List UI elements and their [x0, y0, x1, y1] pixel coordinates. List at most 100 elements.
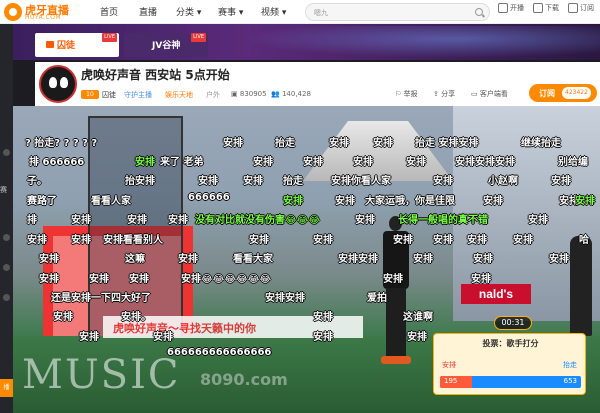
download-label: 下载 — [545, 4, 559, 12]
danmaku-comment: 长得一般唱的真不错 — [398, 215, 488, 226]
sidebar-item[interactable] — [3, 294, 10, 301]
host-name[interactable]: 囚徒 — [102, 90, 116, 100]
vote-count-left: 195 — [444, 377, 458, 385]
danmaku-comment: 安排安排 — [265, 293, 305, 304]
danmaku-comment: 安排 — [329, 138, 349, 149]
vote-count-right: 653 — [563, 377, 577, 385]
huya-logo[interactable]: 虎牙直播 HUYA.COM — [4, 2, 88, 22]
broadcast-label: 开播 — [510, 4, 524, 12]
danmaku-comment: 安排 — [433, 235, 453, 246]
download-icon — [533, 3, 543, 13]
danmaku-comment: 安排安排 — [338, 254, 378, 265]
danmaku-comment: 排 — [27, 215, 37, 226]
danmaku-comment: 哈 — [579, 235, 589, 246]
host-avatar[interactable] — [39, 65, 77, 103]
danmaku-comment: 666666 — [188, 192, 230, 203]
danmaku-comment: ? 抬走? ? ? ? ? — [25, 138, 98, 149]
danmaku-comment: 安排 — [253, 157, 273, 168]
subscribe-button[interactable]: 订阅 423422 — [529, 84, 597, 102]
danmaku-comment: 安排看看别人 — [103, 235, 163, 246]
danmaku-comment: 别给编 — [558, 157, 588, 168]
viewer-count: 👥 140,428 — [271, 90, 311, 98]
left-sidebar: 赛 播 — [0, 24, 13, 413]
host-level-badge: 10 — [81, 90, 99, 99]
broadcast-button[interactable]: 开播 — [498, 3, 524, 21]
sidebar-item-broadcast[interactable]: 播 — [0, 379, 13, 397]
vote-panel[interactable]: 投票：歌手打分 安排 抬走 195 653 — [433, 333, 586, 395]
viewer-count-value: 140,428 — [281, 90, 311, 98]
report-button[interactable]: ⚐ 举报 — [395, 89, 418, 99]
danmaku-comment: 安排 — [168, 215, 188, 226]
top-nav: 虎牙直播 HUYA.COM 首页 直播 分类 ▾ 赛事 ▾ 视频 ▾ 开播 下载… — [0, 0, 600, 24]
danmaku-comment: 没有对比就没有伤害😂😂😂 — [195, 215, 321, 226]
danmaku-comment: 大家运哦，你是佳限 — [365, 196, 455, 207]
danmaku-comment: 安排安排安排 — [455, 157, 515, 168]
nav-category[interactable]: 分类 ▾ — [176, 5, 201, 18]
danmaku-comment: 看看大家 — [233, 254, 273, 265]
danmaku-comment: 安排 — [433, 176, 453, 187]
nav-live[interactable]: 直播 — [139, 5, 157, 18]
vote-option-left[interactable]: 安排 — [442, 360, 456, 370]
danmaku-comment: 看看人家 — [91, 196, 131, 207]
live-badge: LIVE — [191, 33, 206, 42]
danmaku-comment: 安排 — [313, 332, 333, 343]
danmaku-comment: 爱拍 — [367, 293, 387, 304]
brand-sub: HUYA.COM — [25, 14, 62, 21]
bystander-figure — [570, 236, 592, 336]
danmaku-comment: 安排 — [335, 196, 355, 207]
danmaku-comment: 抬走 — [275, 138, 295, 149]
client-watch-button[interactable]: ▭ 客户端看 — [471, 89, 508, 99]
danmaku-comment: 安排 — [223, 138, 243, 149]
nav-video[interactable]: 视频 ▾ — [261, 5, 286, 18]
search-input[interactable] — [314, 6, 464, 19]
download-button[interactable]: 下载 — [533, 3, 559, 21]
danmaku-comment: 安排 — [313, 235, 333, 246]
search-box — [305, 3, 490, 21]
danmaku-comment: 子。 — [27, 176, 47, 187]
share-label: 分享 — [441, 90, 456, 98]
search-icon[interactable] — [475, 8, 483, 16]
danmaku-comment: 安排 — [313, 312, 333, 323]
vote-option-right[interactable]: 抬走 — [563, 360, 577, 370]
sidebar-item[interactable] — [3, 264, 10, 271]
danmaku-comment: 安排 — [413, 254, 433, 265]
danmaku-comment: 安排 — [249, 235, 269, 246]
sidebar-item-events[interactable]: 赛 — [0, 185, 7, 195]
danmaku-comment: 安排 — [27, 235, 47, 246]
sidebar-item[interactable] — [3, 234, 10, 241]
sidebar-item[interactable] — [3, 149, 10, 156]
danmaku-comment: 继续抬走 — [521, 138, 561, 149]
tab-qiutu[interactable]: 囚徒 LIVE — [35, 33, 119, 57]
monitor-icon: ▭ — [471, 90, 478, 98]
danmaku-comment: 安排 — [39, 274, 59, 285]
tab-jv-gushen[interactable]: JV谷神 LIVE — [124, 33, 208, 57]
danmaku-comment: 安排 — [383, 274, 403, 285]
subscribe-icon — [568, 3, 578, 13]
tab-jv-gushen-label: JV谷神 — [152, 41, 181, 51]
viewers-icon: 👥 — [271, 90, 280, 98]
danmaku-comment: 安排 — [71, 235, 91, 246]
huya-logo-icon — [4, 3, 22, 21]
app-window: 虎牙直播 HUYA.COM 首页 直播 分类 ▾ 赛事 ▾ 视频 ▾ 开播 下载… — [0, 0, 600, 413]
danmaku-comment: 安排 — [89, 274, 109, 285]
danmaku-comment: 来了 老弟 — [160, 157, 204, 168]
live-badge: LIVE — [102, 33, 117, 42]
danmaku-comment: 还是安排一下四大好了 — [51, 293, 151, 304]
host-tag[interactable]: 守护主播 — [124, 90, 152, 100]
danmaku-comment: 排 666666 — [29, 157, 85, 168]
subscribe-nav-label: 订阅 — [580, 4, 594, 12]
category-link[interactable]: 娱乐天地 — [165, 90, 193, 100]
nav-events[interactable]: 赛事 ▾ — [218, 5, 243, 18]
site-watermark: 8090.com — [200, 370, 288, 389]
danmaku-comment: 安排 — [406, 157, 426, 168]
danmaku-comment: 安排 — [373, 138, 393, 149]
danmaku-comment: 安排 — [575, 196, 595, 207]
danmaku-comment: 安排 — [178, 254, 198, 265]
share-button[interactable]: ⇪ 分享 — [433, 89, 455, 99]
danmaku-comment: 安排 — [79, 332, 99, 343]
danmaku-comment: 安排 — [355, 215, 375, 226]
danmaku-comment: 安排 — [407, 332, 427, 343]
subscribe-nav-button[interactable]: 订阅 — [568, 3, 594, 21]
nav-home[interactable]: 首页 — [100, 5, 118, 18]
subcategory-link[interactable]: 户外 — [206, 90, 220, 100]
